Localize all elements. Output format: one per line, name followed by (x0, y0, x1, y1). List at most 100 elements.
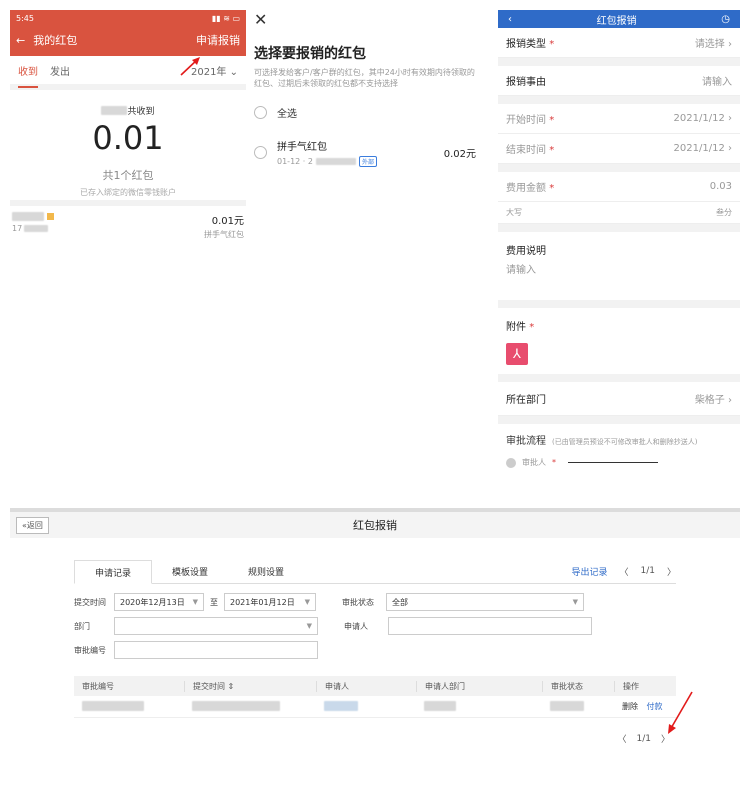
tab-sent[interactable]: 发出 (50, 63, 70, 78)
department-label: 所在部门 (506, 395, 546, 406)
flow-hint: (已由管理员预设不可修改审批人和删除抄送人) (552, 438, 698, 446)
end-time-value: 2021/1/12 (673, 143, 725, 154)
field-type-value: 请选择 (694, 39, 725, 50)
blurred-date (24, 225, 49, 232)
field-description[interactable]: 费用说明 请输入 (498, 232, 740, 300)
bottom-pager: 〈 1/1 〉 (74, 732, 676, 746)
deposit-note: 已存入绑定的微信零钱账户 (80, 188, 176, 197)
field-type[interactable]: 报销类型 * 请选择 › (498, 28, 740, 58)
blurred-department (424, 700, 456, 711)
uppercase-label: 大写 (506, 208, 522, 217)
department-select[interactable]: ▼ (114, 617, 318, 635)
top-pager: 导出记录 〈 1/1 〉 (571, 559, 676, 583)
select-packet-sheet: ✕ 选择要报销的红包 可选择发给客户/客户群的红包，其中24小时有效期内待领取的… (254, 10, 476, 170)
admin-console: «返回 红包报销 申请记录 模板设置 规则设置 导出记录 〈 1/1 〉 提交时… (10, 508, 740, 788)
sheet-description: 可选择发给客户/客户群的红包，其中24小时有效期内待领取的红包、过期后未领取的红… (254, 68, 475, 88)
packet-amount: 0.02元 (443, 149, 476, 160)
form-header: ‹ 红包报销 ◷ (498, 10, 740, 28)
field-reason-label: 报销事由 (506, 77, 546, 88)
my-red-packets-screen: 5:45 ▮▮ ≋ ▭ ← 我的红包 申请报销 收到 发出 2021年 ⌄ 共收… (10, 10, 246, 252)
tab-rules[interactable]: 规则设置 (228, 559, 304, 583)
annotation-arrow (180, 57, 200, 76)
col-submit-time[interactable]: 提交时间 ⇕ (184, 680, 316, 692)
record-type: 拼手气红包 (204, 230, 244, 239)
packet-option[interactable]: 拼手气红包 01-12 · 2 外部 0.02元 (254, 138, 476, 167)
pay-link[interactable]: 付款 (647, 702, 663, 711)
field-reason[interactable]: 报销事由 请输入 (498, 66, 740, 96)
annotation-arrow-pay (668, 691, 693, 734)
blurred-approval-no (82, 700, 144, 711)
blurred-name (101, 106, 128, 115)
status-time: 5:45 (16, 14, 34, 23)
export-link[interactable]: 导出记录 (571, 565, 607, 578)
status-select[interactable]: 全部 ▼ (386, 593, 584, 611)
blurred-sender (12, 212, 44, 221)
select-all-option[interactable]: 全选 (254, 105, 476, 120)
console-tabs: 申请记录 模板设置 规则设置 导出记录 〈 1/1 〉 (74, 560, 676, 584)
field-end-time[interactable]: 结束时间 * 2021/1/12 › (498, 134, 740, 164)
list-item[interactable]: 17 0.01元 拼手气红包 (10, 206, 246, 246)
applicant-label: 申请人 (344, 621, 368, 631)
record-amount: 0.01元 (211, 216, 244, 227)
amount-label: 费用金额 (506, 183, 546, 194)
radio-packet[interactable] (254, 146, 267, 159)
end-time-label: 结束时间 (506, 145, 546, 156)
blurred-status (550, 700, 584, 711)
back-chevron-icon[interactable]: ‹ (508, 14, 512, 25)
console-header: «返回 红包报销 (10, 508, 740, 538)
description-label: 费用说明 (506, 246, 546, 257)
blurred-recipient (315, 158, 356, 165)
flow-label: 审批流程 (506, 436, 546, 447)
prev-page-icon[interactable]: 〈 (619, 565, 628, 578)
record-date: 17 (12, 224, 23, 233)
col-department: 申请人部门 (416, 680, 542, 692)
blurred-applicant (324, 700, 358, 711)
delete-link[interactable]: 删除 (622, 702, 638, 711)
console-title: 红包报销 (353, 519, 397, 532)
apply-reimbursement-link[interactable]: 申请报销 (196, 32, 240, 48)
col-approval-no: 审批编号 (82, 681, 114, 691)
table-header: 审批编号 提交时间 ⇕ 申请人 申请人部门 审批状态 操作 (74, 676, 676, 696)
approval-flow: 审批流程 (已由管理员预设不可修改审批人和删除抄送人) 审批人 * (506, 436, 698, 468)
approver-label: 审批人 (522, 458, 546, 467)
summary-card: 共收到 0.01 共1个红包 已存入绑定的微信零钱账户 (10, 90, 246, 206)
reimbursement-form: ‹ 红包报销 ◷ 报销类型 * 请选择 › 报销事由 请输入 开始时间 * 20… (498, 10, 740, 472)
avatar (506, 457, 516, 468)
badge-icon (47, 213, 54, 220)
field-uppercase: 大写 叁分 (498, 202, 740, 224)
department-value: 柴格子 (694, 395, 725, 406)
start-time-value: 2021/1/12 (673, 113, 725, 124)
next-page-icon[interactable]: 〉 (667, 565, 676, 578)
prev-page-icon-bottom[interactable]: 〈 (617, 732, 626, 745)
date-to-select[interactable]: 2021年01月12日 ▼ (224, 593, 316, 611)
tab-received[interactable]: 收到 (18, 63, 38, 88)
amount-value: 0.03 (709, 181, 732, 192)
field-department[interactable]: 所在部门 柴格子 › (498, 382, 740, 416)
field-start-time[interactable]: 开始时间 * 2021/1/12 › (498, 104, 740, 134)
close-icon[interactable]: ✕ (254, 10, 476, 29)
back-arrow-icon[interactable]: ← (16, 34, 25, 47)
tab-records[interactable]: 申请记录 (74, 560, 153, 584)
history-icon[interactable]: ◷ (721, 14, 730, 25)
col-applicant: 申请人 (316, 680, 416, 692)
field-reason-value: 请输入 (702, 77, 732, 88)
back-button[interactable]: «返回 (16, 517, 49, 534)
tab-template[interactable]: 模板设置 (152, 559, 228, 583)
date-from-select[interactable]: 2020年12月13日 ▼ (114, 593, 204, 611)
table-row: 删除 付款 (74, 696, 676, 718)
sheet-title: 选择要报销的红包 (254, 46, 366, 62)
approver-underline (568, 462, 658, 463)
status-bar: 5:45 ▮▮ ≋ ▭ (16, 14, 240, 28)
field-amount: 费用金额 * 0.03 (498, 172, 740, 202)
applicant-input[interactable] (388, 617, 592, 635)
page-indicator-bottom: 1/1 (636, 733, 651, 744)
to-label: 至 (210, 597, 218, 607)
page-title: 我的红包 (33, 34, 78, 47)
pdf-file-icon[interactable]: ⅄ (506, 343, 528, 365)
description-placeholder: 请输入 (506, 265, 536, 276)
field-attachment: 附件 * ⅄ (498, 308, 740, 374)
approval-no-input[interactable] (114, 641, 318, 659)
status-label: 审批状态 (342, 597, 374, 607)
approval-no-label: 审批编号 (74, 645, 106, 655)
radio-select-all[interactable] (254, 106, 267, 119)
